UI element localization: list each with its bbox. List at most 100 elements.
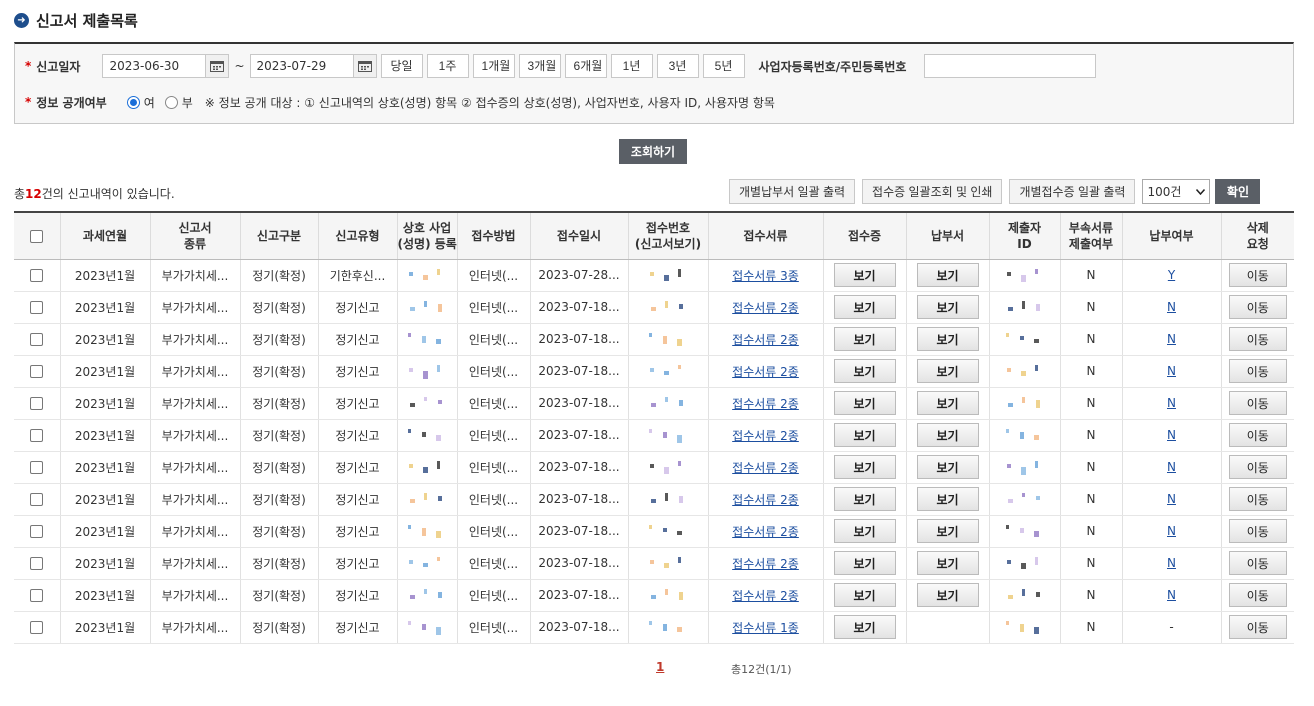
row-checkbox[interactable]: [30, 429, 44, 442]
period-today-button[interactable]: 당일: [380, 54, 423, 78]
view-receipt-button[interactable]: 보기: [833, 391, 896, 415]
delete-request-button[interactable]: 이동: [1228, 583, 1287, 607]
docs-link[interactable]: 접수서류 2종: [732, 557, 799, 571]
view-payslip-button[interactable]: 보기: [916, 391, 979, 415]
delete-request-button[interactable]: 이동: [1228, 391, 1287, 415]
paid-status-link[interactable]: N: [1167, 556, 1176, 570]
disclose-yes-radio[interactable]: [126, 95, 140, 109]
view-payslip-button[interactable]: 보기: [916, 423, 979, 447]
view-payslip-button[interactable]: 보기: [916, 359, 979, 383]
row-checkbox[interactable]: [30, 621, 44, 634]
row-checkbox[interactable]: [30, 557, 44, 570]
docs-link[interactable]: 접수서류 2종: [732, 365, 799, 379]
delete-request-button[interactable]: 이동: [1228, 327, 1287, 351]
view-payslip-button[interactable]: 보기: [916, 519, 979, 543]
view-receipt-button[interactable]: 보기: [833, 615, 896, 639]
view-receipt-button[interactable]: 보기: [833, 295, 896, 319]
paid-status-link[interactable]: N: [1167, 300, 1176, 314]
view-payslip-button[interactable]: 보기: [916, 327, 979, 351]
view-payslip-button[interactable]: 보기: [916, 487, 979, 511]
cell-docs: 접수서류 2종: [708, 323, 824, 356]
calendar-icon[interactable]: [205, 54, 230, 78]
print-receipt-batch-button[interactable]: 접수증 일괄조회 및 인쇄: [862, 179, 1003, 204]
disclose-no-radio[interactable]: [164, 95, 178, 109]
confirm-button[interactable]: 확인: [1215, 179, 1261, 204]
cell-date: 2023-07-18...: [530, 579, 629, 612]
date-from-input[interactable]: 2023-06-30: [102, 54, 207, 78]
view-receipt-button[interactable]: 보기: [833, 519, 896, 543]
cell-receipt: 보기: [823, 355, 907, 388]
select-all-checkbox[interactable]: [30, 229, 44, 243]
docs-link[interactable]: 접수서류 2종: [732, 589, 799, 603]
paid-status-link[interactable]: N: [1167, 364, 1176, 378]
docs-link[interactable]: 접수서류 2종: [732, 525, 799, 539]
row-checkbox[interactable]: [30, 493, 44, 506]
view-payslip-button[interactable]: 보기: [916, 455, 979, 479]
row-checkbox[interactable]: [30, 525, 44, 538]
period-5year-button[interactable]: 5년: [702, 54, 745, 78]
print-payslip-button[interactable]: 개별납부서 일괄 출력: [729, 179, 856, 204]
paid-status-link[interactable]: N: [1167, 332, 1176, 346]
view-receipt-button[interactable]: 보기: [833, 359, 896, 383]
period-3year-button[interactable]: 3년: [656, 54, 699, 78]
delete-request-button[interactable]: 이동: [1228, 423, 1287, 447]
docs-link[interactable]: 접수서류 2종: [732, 429, 799, 443]
delete-request-button[interactable]: 이동: [1228, 487, 1287, 511]
view-payslip-button[interactable]: 보기: [916, 583, 979, 607]
result-count: 12: [25, 187, 42, 201]
paid-status-link[interactable]: N: [1167, 428, 1176, 442]
view-receipt-button[interactable]: 보기: [833, 551, 896, 575]
view-payslip-button[interactable]: 보기: [916, 263, 979, 287]
view-receipt-button[interactable]: 보기: [833, 263, 896, 287]
row-checkbox[interactable]: [30, 397, 44, 410]
docs-link[interactable]: 접수서류 2종: [732, 333, 799, 347]
search-button[interactable]: 조회하기: [619, 139, 687, 164]
calendar-icon[interactable]: [352, 54, 377, 78]
docs-link[interactable]: 접수서류 2종: [732, 493, 799, 507]
paid-status-link[interactable]: N: [1167, 588, 1176, 602]
delete-request-button[interactable]: 이동: [1228, 295, 1287, 319]
pagination-current-page[interactable]: 1: [656, 660, 664, 674]
docs-link[interactable]: 접수서류 2종: [732, 397, 799, 411]
view-payslip-button[interactable]: 보기: [916, 551, 979, 575]
delete-request-button[interactable]: 이동: [1228, 615, 1287, 639]
delete-request-button[interactable]: 이동: [1228, 263, 1287, 287]
period-1year-button[interactable]: 1년: [610, 54, 653, 78]
view-receipt-button[interactable]: 보기: [833, 455, 896, 479]
page-size-select[interactable]: 100건: [1142, 179, 1211, 204]
docs-link[interactable]: 접수서류 1종: [732, 621, 799, 635]
delete-request-button[interactable]: 이동: [1228, 519, 1287, 543]
docs-link[interactable]: 접수서류 2종: [732, 301, 799, 315]
view-receipt-button[interactable]: 보기: [833, 423, 896, 447]
paid-status-link[interactable]: Y: [1168, 268, 1175, 282]
paid-status-link[interactable]: N: [1167, 524, 1176, 538]
period-3month-button[interactable]: 3개월: [518, 54, 561, 78]
docs-link[interactable]: 접수서류 3종: [732, 269, 799, 283]
period-1month-button[interactable]: 1개월: [472, 54, 515, 78]
paid-status-link[interactable]: N: [1167, 492, 1176, 506]
row-checkbox[interactable]: [30, 333, 44, 346]
view-payslip-button[interactable]: 보기: [916, 295, 979, 319]
date-to-input[interactable]: 2023-07-29: [249, 54, 354, 78]
row-checkbox[interactable]: [30, 589, 44, 602]
period-1week-button[interactable]: 1주: [426, 54, 469, 78]
row-checkbox[interactable]: [30, 461, 44, 474]
row-checkbox[interactable]: [30, 301, 44, 314]
print-receipt-each-button[interactable]: 개별접수증 일괄 출력: [1009, 179, 1136, 204]
biz-number-input[interactable]: [924, 54, 1097, 78]
cell-kind: 부가가치세...: [150, 291, 241, 324]
period-6month-button[interactable]: 6개월: [564, 54, 607, 78]
cell-type: 정기신고: [318, 579, 398, 612]
paid-status-link[interactable]: N: [1167, 396, 1176, 410]
delete-request-button[interactable]: 이동: [1228, 455, 1287, 479]
paid-status-link[interactable]: N: [1167, 460, 1176, 474]
view-receipt-button[interactable]: 보기: [833, 327, 896, 351]
view-receipt-button[interactable]: 보기: [833, 583, 896, 607]
row-checkbox[interactable]: [30, 269, 44, 282]
delete-request-button[interactable]: 이동: [1228, 551, 1287, 575]
view-receipt-button[interactable]: 보기: [833, 487, 896, 511]
row-checkbox[interactable]: [30, 365, 44, 378]
cell-submitter: [989, 451, 1061, 484]
docs-link[interactable]: 접수서류 2종: [732, 461, 799, 475]
delete-request-button[interactable]: 이동: [1228, 359, 1287, 383]
